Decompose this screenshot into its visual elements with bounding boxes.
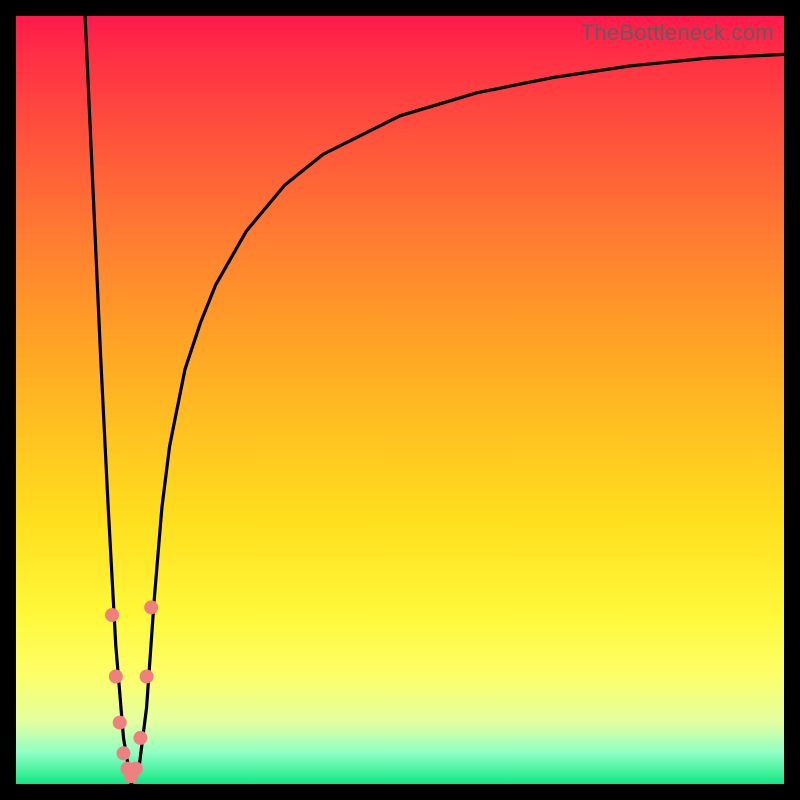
plot-area: TheBottleneck.com [16, 16, 784, 784]
chart-frame: TheBottleneck.com [0, 0, 800, 800]
highlight-dot [133, 731, 147, 745]
highlight-dots-group [105, 600, 158, 783]
highlight-dot [109, 670, 123, 684]
chart-svg [16, 16, 784, 784]
highlight-dot [117, 746, 131, 760]
highlight-dot [140, 670, 154, 684]
highlight-dot [144, 600, 158, 614]
bottleneck-curve-group [85, 16, 784, 784]
highlight-dot [129, 762, 143, 776]
highlight-dot [105, 608, 119, 622]
highlight-dot [113, 716, 127, 730]
bottleneck-curve-line [85, 16, 784, 784]
watermark-text: TheBottleneck.com [581, 20, 774, 46]
